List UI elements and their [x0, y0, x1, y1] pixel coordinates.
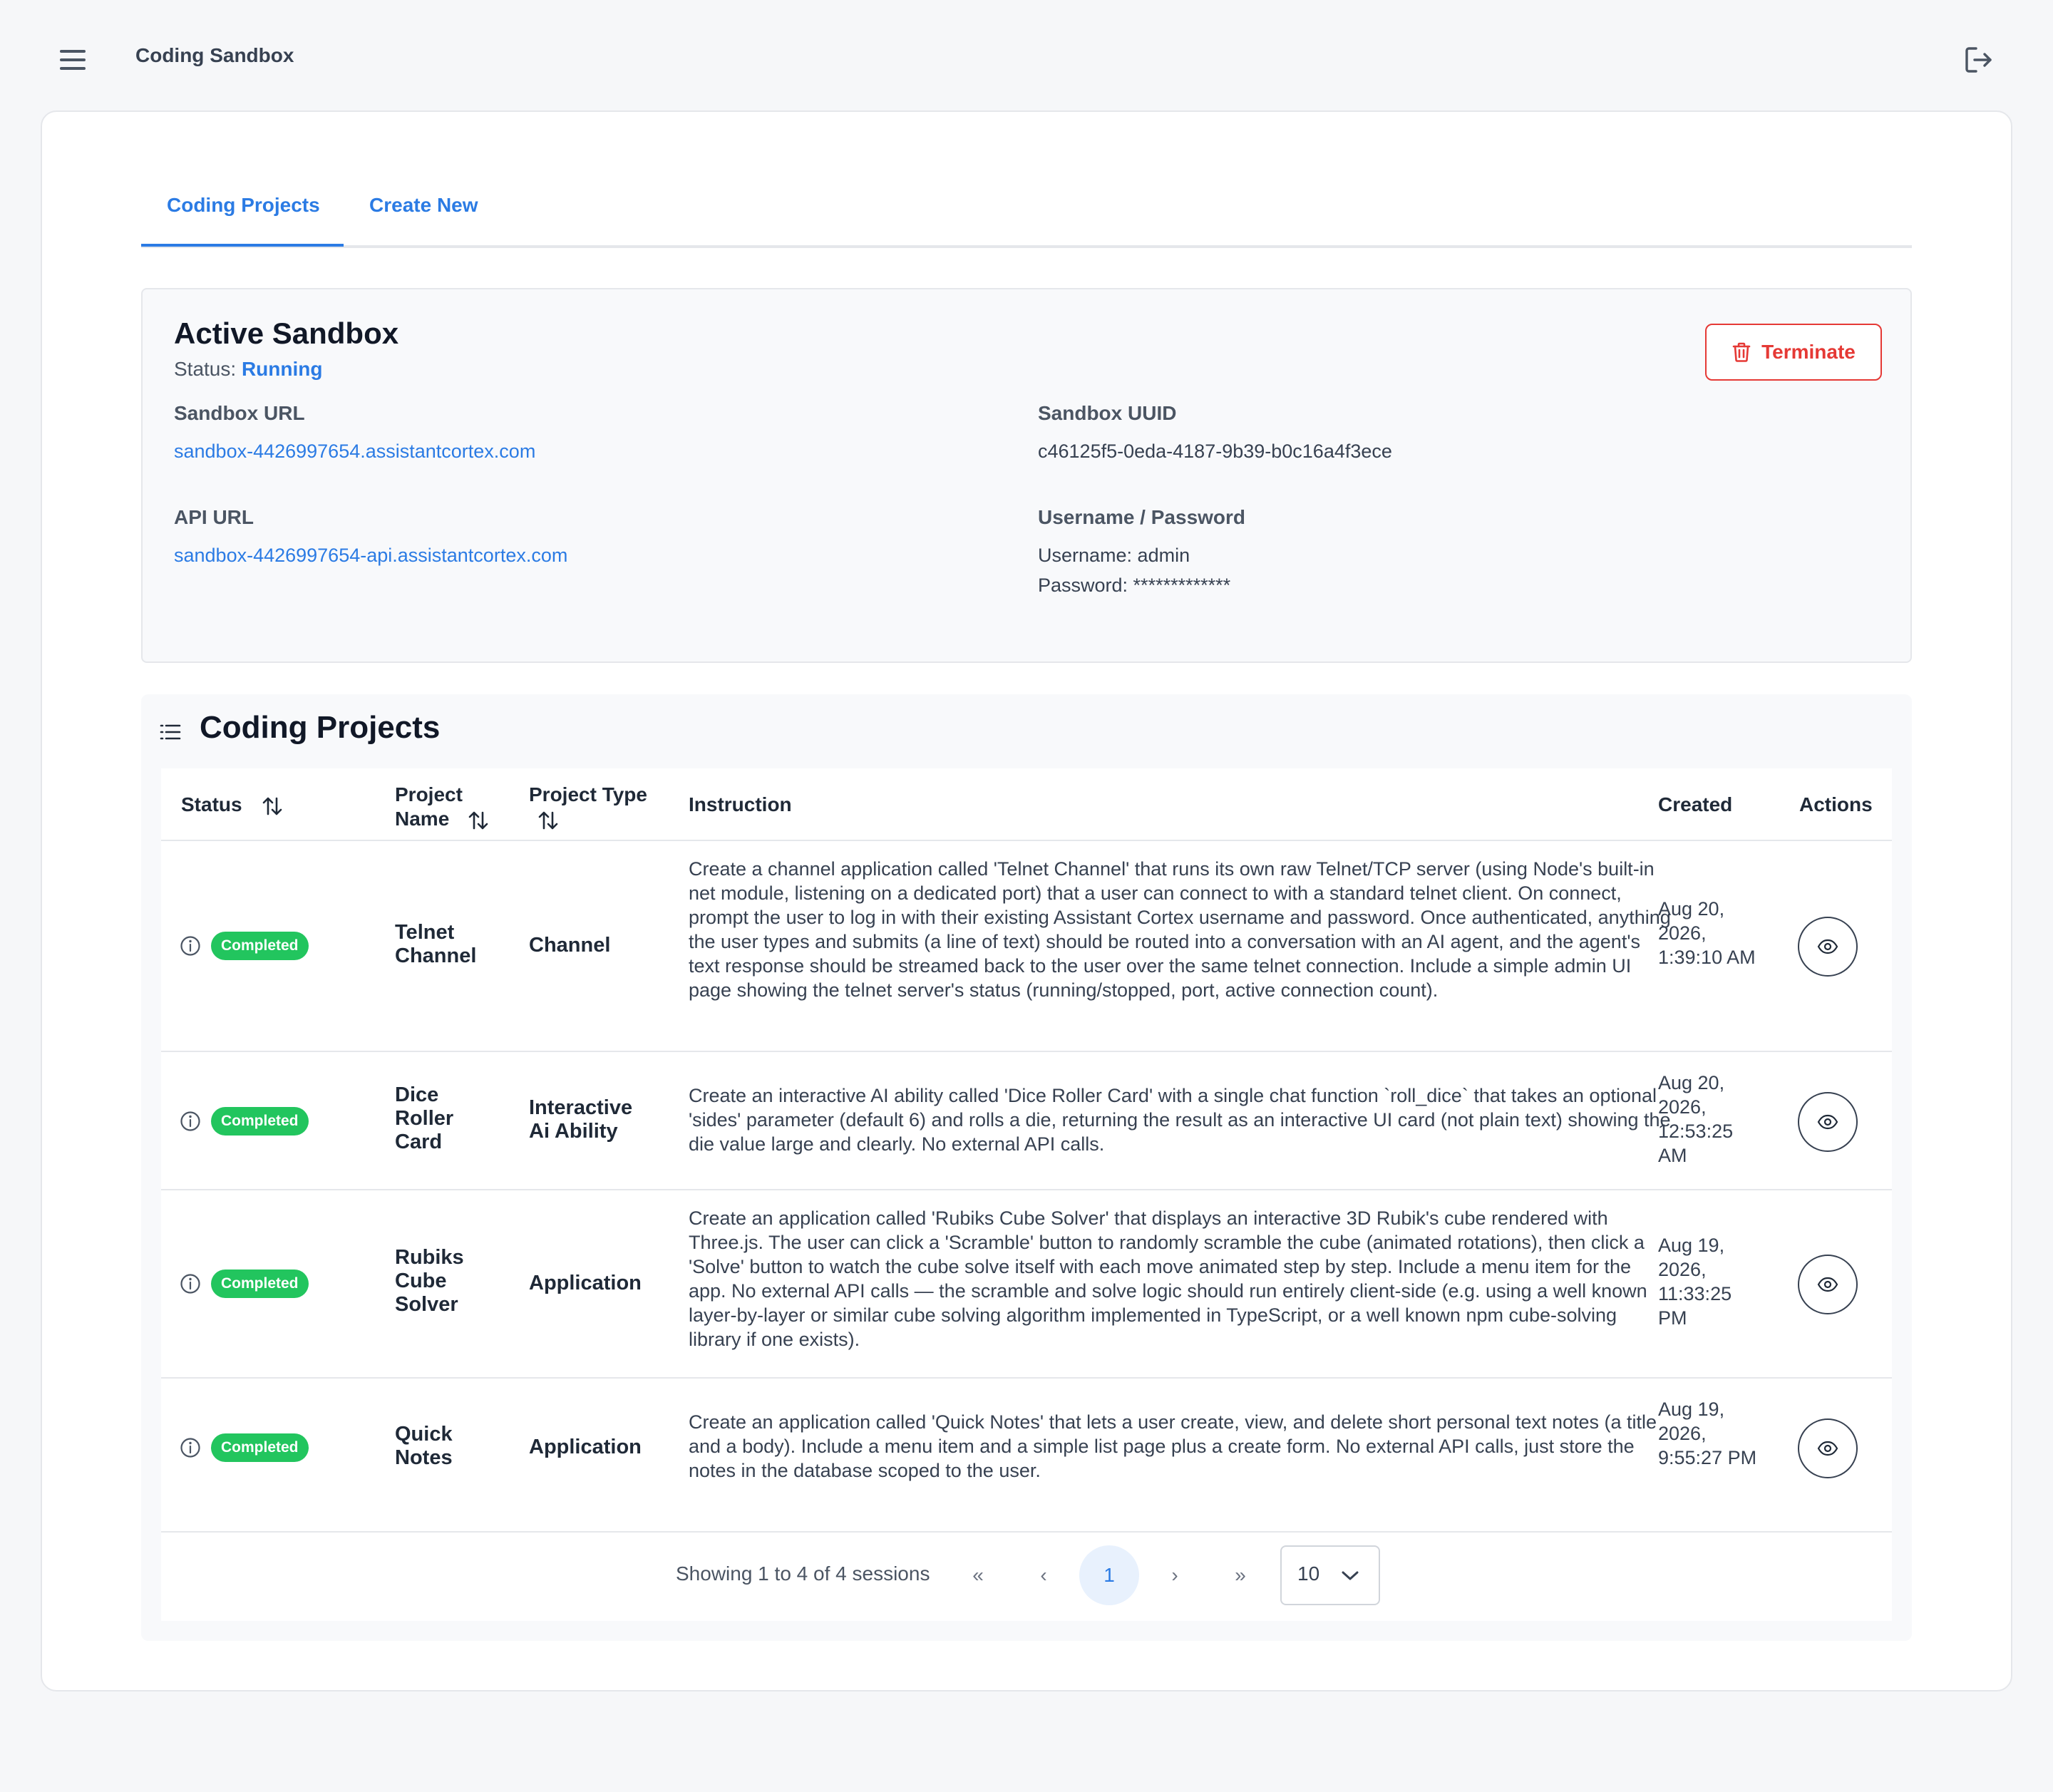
credentials-label: Username / Password: [1038, 506, 1246, 528]
header-instruction: Instruction: [689, 793, 792, 815]
tab-create-new[interactable]: Create New: [369, 194, 478, 217]
menu-icon[interactable]: [54, 44, 91, 76]
first-page-button[interactable]: «: [957, 1554, 999, 1597]
view-button[interactable]: [1798, 917, 1858, 977]
status-badge: Completed: [211, 1433, 309, 1462]
project-name: Quick Notes: [395, 1423, 453, 1469]
project-instruction: Create an application called 'Quick Note…: [689, 1411, 1657, 1481]
project-type: Interactive Ai Ability: [529, 1096, 633, 1143]
project-created: Aug 19, 2026, 9:55:27 PM: [1658, 1399, 1757, 1468]
password-value: Password: *************: [1038, 575, 1231, 596]
projects-table: Status Project Name Project Type Instruc…: [161, 768, 1892, 1621]
terminate-button[interactable]: Terminate: [1705, 324, 1882, 381]
sandbox-title: Active Sandbox: [174, 316, 399, 350]
eye-icon: [1817, 1441, 1838, 1456]
header-status[interactable]: Status: [181, 793, 284, 818]
sandbox-uuid-label: Sandbox UUID: [1038, 402, 1177, 424]
top-bar: Coding Sandbox: [0, 0, 2053, 110]
projects-title: Coding Projects: [200, 710, 441, 745]
header-name-line1: Project: [395, 783, 463, 805]
project-name: Dice Roller Card: [395, 1083, 454, 1153]
sandbox-url-label: Sandbox URL: [174, 402, 305, 424]
table-row: Completed Rubiks Cube Solver Application…: [161, 1189, 1892, 1377]
project-instruction: Create an application called 'Rubiks Cub…: [689, 1207, 1647, 1350]
header-created: Created: [1658, 793, 1733, 815]
project-name: Rubiks Cube Solver: [395, 1246, 464, 1316]
status-badge: Completed: [211, 1107, 309, 1136]
sort-icon[interactable]: [466, 808, 490, 833]
api-url-label: API URL: [174, 506, 254, 528]
info-icon[interactable]: [180, 935, 201, 957]
list-icon: [160, 724, 181, 740]
project-created: Aug 20, 2026, 12:53:25 AM: [1658, 1072, 1734, 1166]
tab-coding-projects[interactable]: Coding Projects: [167, 194, 320, 217]
sort-icon[interactable]: [536, 808, 560, 833]
per-page-value: 10: [1297, 1562, 1320, 1585]
project-name: Telnet Channel: [395, 921, 477, 967]
logout-icon[interactable]: [1962, 43, 1996, 77]
eye-icon: [1817, 939, 1838, 954]
project-type: Application: [529, 1272, 642, 1294]
active-sandbox-panel: Active Sandbox Status: Running Terminate…: [141, 288, 1912, 663]
last-page-button[interactable]: »: [1219, 1554, 1262, 1597]
next-page-button[interactable]: ›: [1153, 1554, 1196, 1597]
project-type: Application: [529, 1436, 642, 1458]
view-button[interactable]: [1798, 1255, 1858, 1314]
project-instruction: Create an interactive AI ability called …: [689, 1085, 1671, 1155]
info-icon[interactable]: [180, 1273, 201, 1294]
sandbox-status: Status: Running: [174, 358, 322, 381]
table-row: Completed Quick Notes Application Create…: [161, 1377, 1892, 1531]
project-type: Channel: [529, 934, 611, 957]
header-type-label: Project Type: [529, 783, 647, 805]
pagination-summary: Showing 1 to 4 of 4 sessions: [676, 1562, 930, 1585]
view-button[interactable]: [1798, 1092, 1858, 1152]
pagination: Showing 1 to 4 of 4 sessions « ‹ 1 › » 1…: [161, 1531, 1892, 1621]
table-row: Completed Dice Roller Card Interactive A…: [161, 1051, 1892, 1189]
header-name-line2: Name: [395, 808, 450, 830]
header-project-name[interactable]: Project Name: [395, 783, 490, 833]
eye-icon: [1817, 1277, 1838, 1292]
status-badge: Completed: [211, 1270, 309, 1298]
status-value: Running: [241, 358, 323, 380]
chevron-down-icon: [1342, 1571, 1359, 1580]
status-badge: Completed: [211, 932, 309, 960]
project-created: Aug 19, 2026, 11:33:25 PM: [1658, 1235, 1732, 1329]
coding-projects-panel: Coding Projects Status Project Name Proj…: [141, 694, 1912, 1641]
header-project-type[interactable]: Project Type: [529, 783, 647, 833]
header-actions: Actions: [1799, 793, 1873, 815]
prev-page-button[interactable]: ‹: [1022, 1554, 1065, 1597]
project-created: Aug 20, 2026, 1:39:10 AM: [1658, 898, 1756, 968]
per-page-select[interactable]: 10: [1280, 1545, 1380, 1605]
table-row: Completed Telnet Channel Channel Create …: [161, 840, 1892, 1051]
sandbox-url-link[interactable]: sandbox-4426997654.assistantcortex.com: [174, 441, 535, 463]
trash-icon: [1732, 342, 1751, 362]
header-status-label: Status: [181, 793, 242, 815]
tab-bar: Coding Projects Create New: [141, 164, 1912, 248]
sort-icon[interactable]: [260, 794, 284, 818]
eye-icon: [1817, 1114, 1838, 1130]
status-label: Status:: [174, 358, 237, 380]
terminate-label: Terminate: [1761, 341, 1856, 363]
info-icon[interactable]: [180, 1437, 201, 1458]
project-instruction: Create a channel application called 'Tel…: [689, 858, 1671, 1001]
app-title: Coding Sandbox: [135, 44, 294, 66]
active-tab-indicator: [141, 244, 344, 247]
sandbox-uuid-value: c46125f5-0eda-4187-9b39-b0c16a4f3ece: [1038, 441, 1392, 462]
page-1-button[interactable]: 1: [1079, 1545, 1139, 1605]
api-url-link[interactable]: sandbox-4426997654-api.assistantcortex.c…: [174, 545, 567, 567]
username-value: Username: admin: [1038, 545, 1190, 566]
info-icon[interactable]: [180, 1111, 201, 1132]
view-button[interactable]: [1798, 1418, 1858, 1478]
